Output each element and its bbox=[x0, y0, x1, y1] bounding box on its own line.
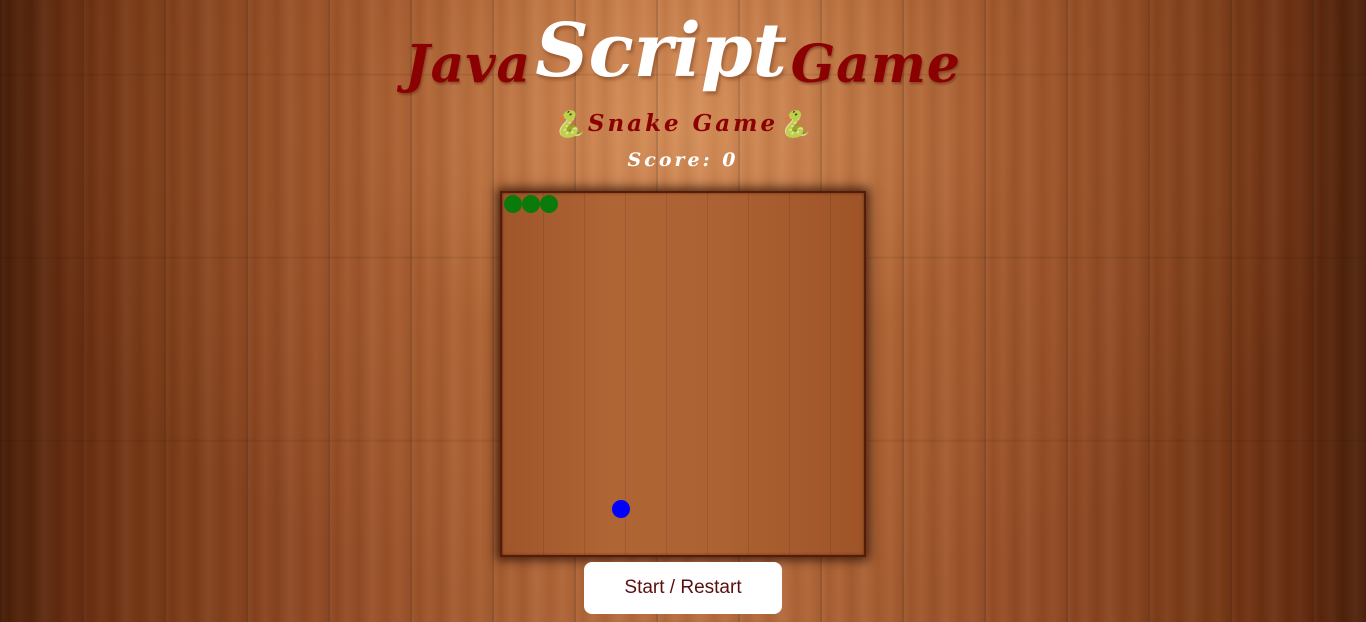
snake-segment bbox=[504, 195, 522, 213]
snake-icon: 🐍 bbox=[778, 110, 814, 140]
snake-segment bbox=[522, 195, 540, 213]
title-java: Java bbox=[405, 34, 532, 95]
score-value: 0 bbox=[722, 149, 739, 171]
game-board[interactable] bbox=[500, 191, 866, 557]
snake-head bbox=[540, 195, 558, 213]
subtitle-text: Snake Game bbox=[587, 110, 779, 137]
title-script: Script bbox=[535, 8, 787, 94]
score-label: Score: bbox=[627, 149, 713, 171]
food-pellet bbox=[612, 500, 630, 518]
page-title: JavaScriptGame bbox=[0, 8, 1366, 100]
title-game: Game bbox=[790, 34, 961, 95]
snake-icon: 🐍 bbox=[552, 110, 588, 140]
game-subtitle: 🐍Snake Game🐍 bbox=[0, 110, 1366, 140]
score-display: Score: 0 bbox=[0, 149, 1366, 171]
start-restart-button[interactable]: Start / Restart bbox=[584, 562, 782, 614]
